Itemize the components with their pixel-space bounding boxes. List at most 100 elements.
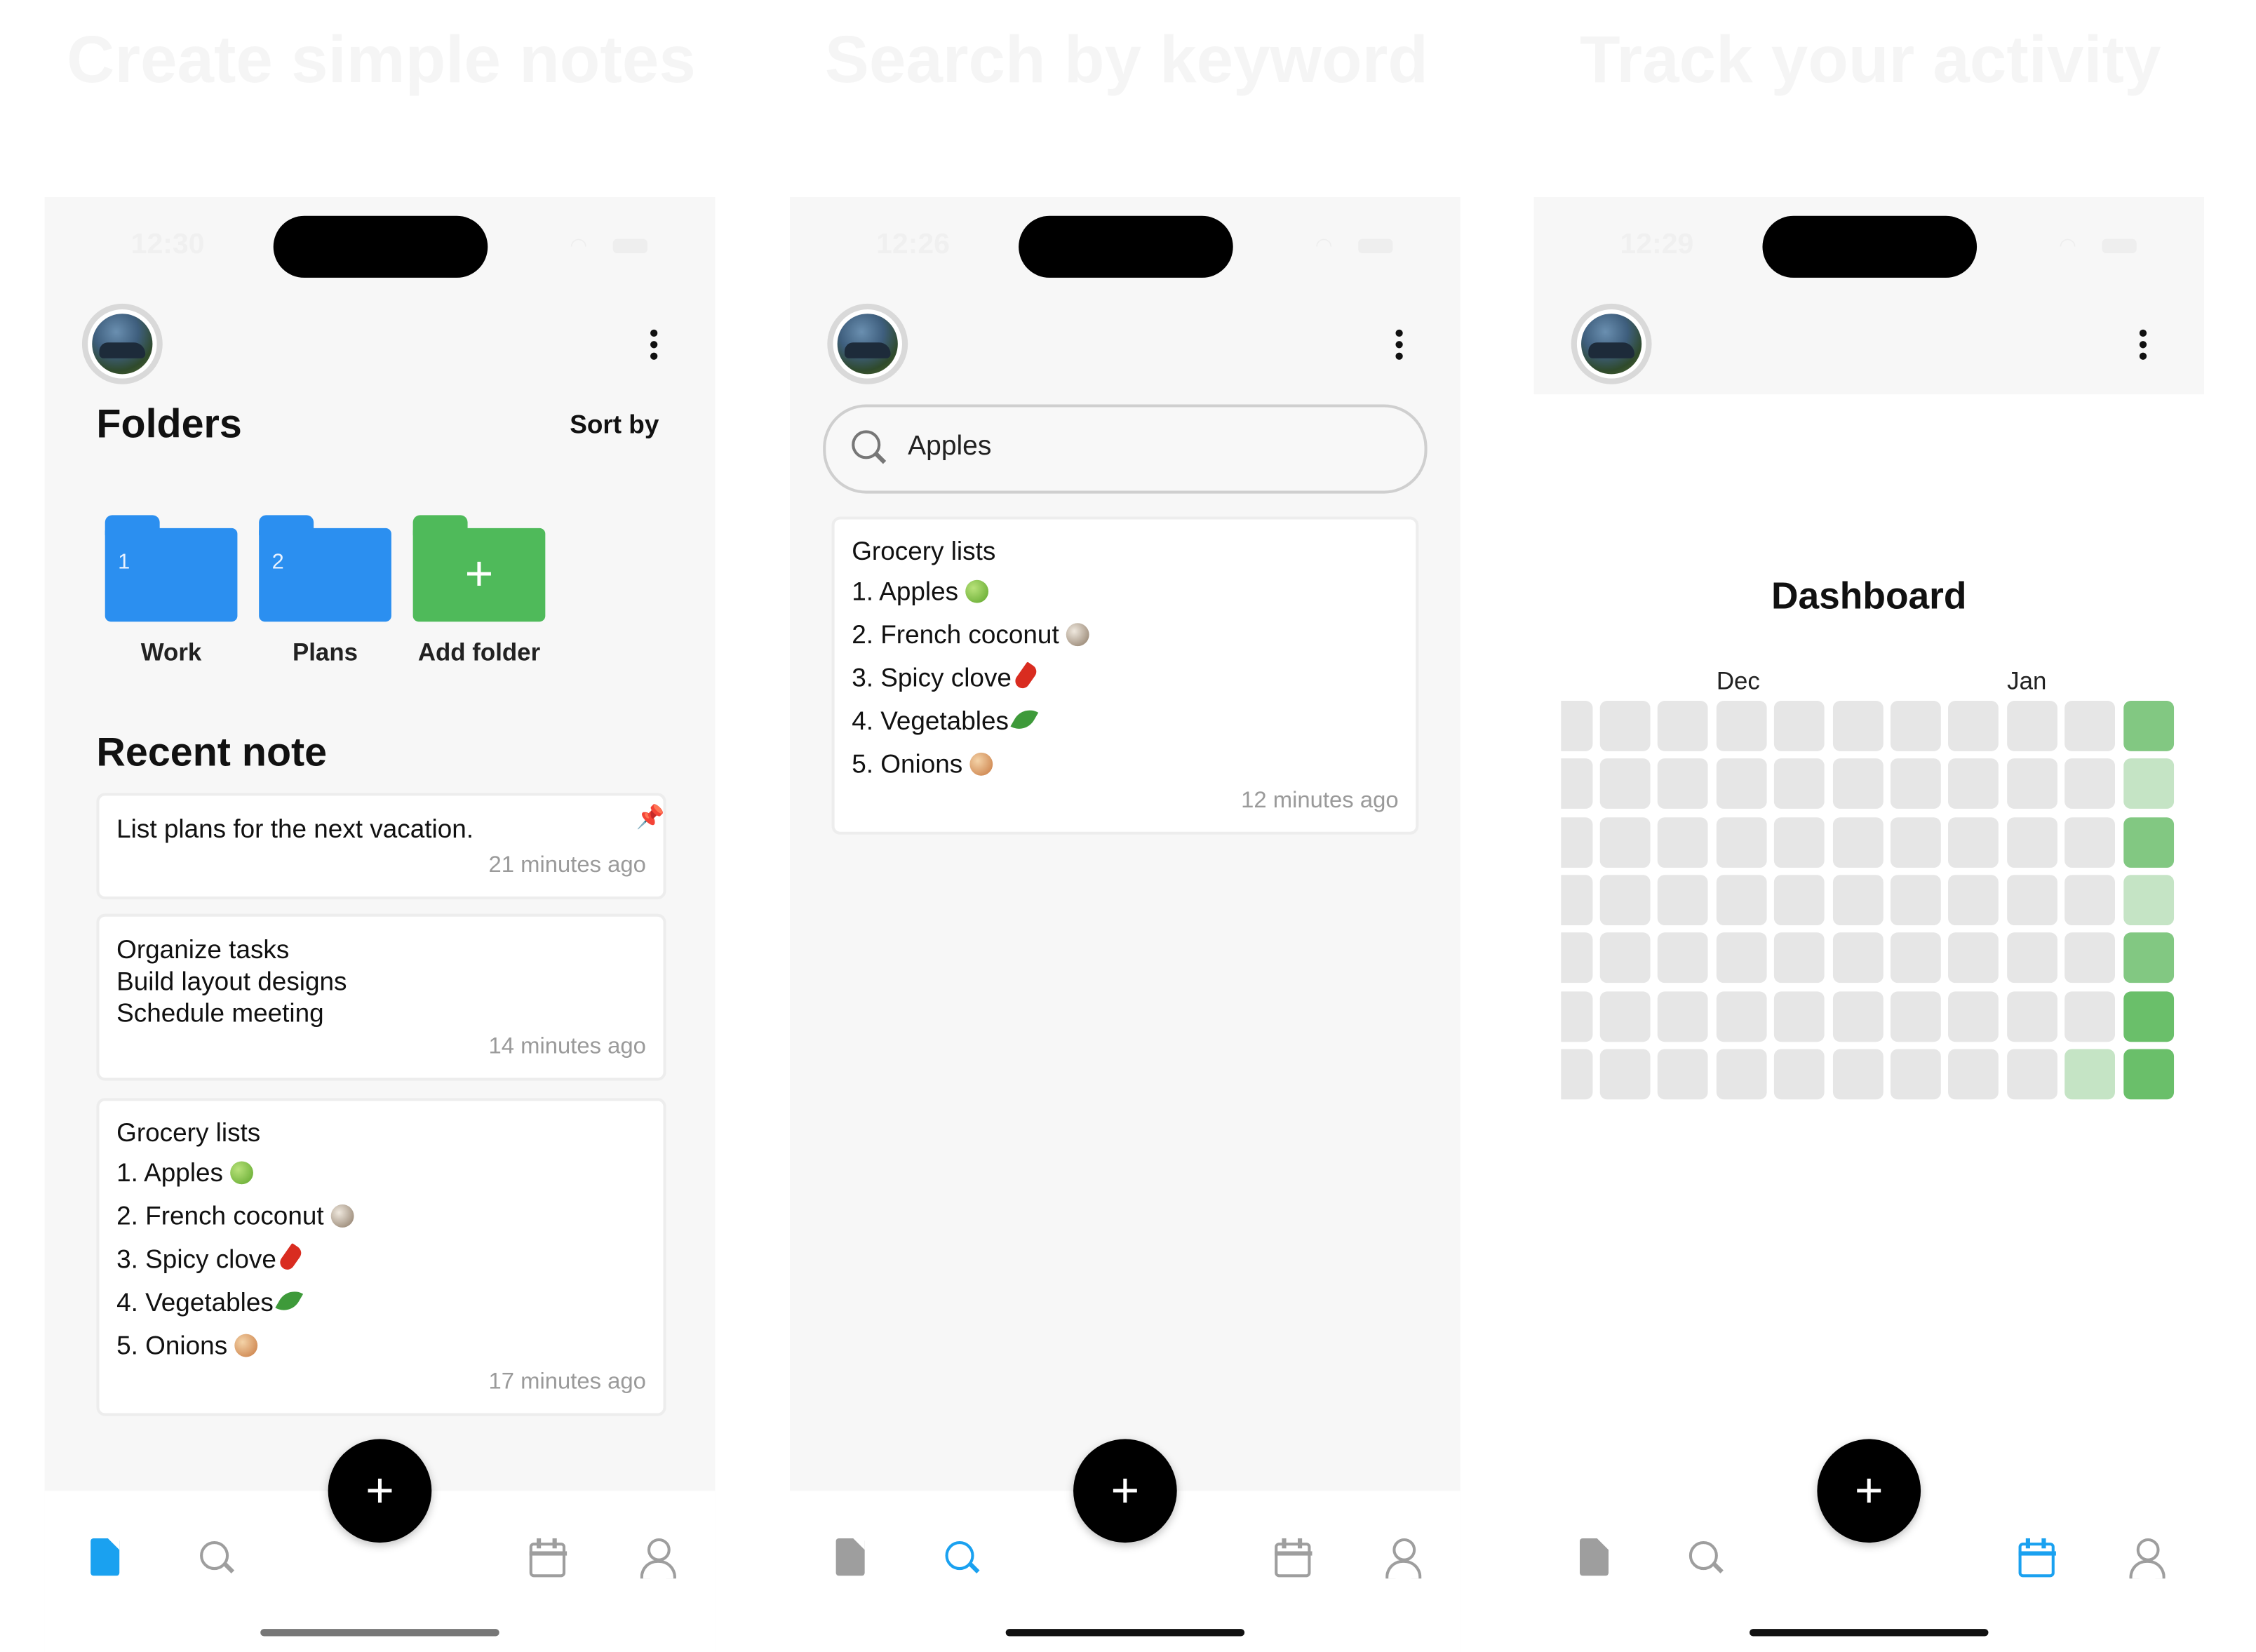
dynamic-island	[1019, 215, 1233, 278]
add-note-button[interactable]: +	[328, 1439, 432, 1543]
leafy-green-icon	[275, 1285, 304, 1317]
heatmap-cell	[1948, 932, 1999, 983]
heatmap-cell	[1891, 932, 1941, 983]
heatmap-cell	[2064, 1049, 2116, 1099]
more-options-icon[interactable]	[639, 329, 668, 364]
heatmap-cell	[1658, 990, 1709, 1042]
status-icons: ◠	[570, 234, 671, 257]
note-line: 2. French coconut	[852, 620, 1059, 650]
heatmap-cell	[1832, 990, 1883, 1042]
heatmap-cell	[1774, 817, 1825, 868]
heatmap-cell	[1832, 875, 1883, 925]
plus-icon: +	[464, 546, 494, 602]
heatmap-cell	[2006, 1049, 2057, 1099]
document-icon[interactable]	[830, 1538, 870, 1578]
heatmap-cell	[1658, 701, 1709, 751]
heatmap-cell	[2123, 1049, 2174, 1099]
note-time-ago: 21 minutes ago	[488, 853, 646, 878]
search-icon[interactable]	[942, 1538, 982, 1578]
heatmap-cell	[1774, 1049, 1825, 1099]
heatmap-cell	[1561, 758, 1593, 810]
folder-number: 1	[118, 549, 130, 575]
home-indicator	[1005, 1629, 1245, 1637]
add-note-button[interactable]: +	[1817, 1439, 1921, 1543]
calendar-icon[interactable]	[1272, 1538, 1312, 1578]
avatar[interactable]	[827, 303, 908, 384]
heatmap-cell	[1599, 758, 1651, 810]
calendar-icon[interactable]	[527, 1538, 568, 1578]
note-time-ago: 12 minutes ago	[1241, 788, 1399, 814]
heatmap-cell	[2006, 701, 2057, 751]
user-icon[interactable]	[2126, 1538, 2166, 1579]
heatmap-cell	[1599, 932, 1651, 983]
add-note-button[interactable]: +	[1073, 1439, 1177, 1543]
heatmap-cell	[1561, 701, 1593, 751]
heatmap-cell	[1774, 701, 1825, 751]
sort-by-button[interactable]: Sort by	[570, 410, 659, 441]
document-icon[interactable]	[85, 1538, 125, 1578]
heatmap-cell	[2006, 932, 2057, 983]
avatar[interactable]	[81, 303, 163, 384]
note-line: Schedule meeting	[116, 998, 324, 1028]
folder-work[interactable]: 1	[105, 515, 238, 622]
heatmap-cell	[1891, 758, 1941, 810]
search-result-card[interactable]: Grocery lists 1. Apples 2. French coconu…	[831, 516, 1419, 835]
heatmap-cell	[1716, 817, 1767, 868]
activity-heatmap	[1533, 197, 2204, 1652]
heatmap-cell	[2006, 990, 2057, 1042]
heatmap-cell	[2123, 875, 2174, 925]
search-input[interactable]: Apples	[823, 404, 1428, 494]
heatmap-cell	[2006, 758, 2057, 810]
note-card[interactable]: List plans for the next vacation. 📌 21 m…	[96, 793, 666, 900]
heatmap-cell	[1561, 875, 1593, 925]
heatmap-cell	[2064, 701, 2116, 751]
heatmap-cell	[1716, 875, 1767, 925]
note-line: Build layout designs	[116, 967, 347, 996]
heatmap-cell	[1561, 1049, 1593, 1099]
folder-label-plans: Plans	[292, 638, 358, 666]
note-line: 2. French coconut	[116, 1201, 324, 1230]
heatmap-cell	[1658, 817, 1709, 868]
headline-track: Track your activity	[1579, 21, 2161, 97]
recent-note-title: Recent note	[96, 730, 328, 774]
status-time: 12:30	[130, 229, 205, 261]
heatmap-cell	[1948, 1049, 1999, 1099]
user-icon[interactable]	[1383, 1538, 1423, 1579]
heatmap-cell	[2123, 701, 2174, 751]
more-options-icon[interactable]	[1384, 329, 1413, 364]
note-line: 4. Vegetables	[852, 706, 1009, 736]
heatmap-cell	[1948, 701, 1999, 751]
coconut-icon	[330, 1204, 354, 1228]
note-card[interactable]: Grocery lists 1. Apples 2. French coconu…	[96, 1098, 666, 1416]
heatmap-cell	[2123, 990, 2174, 1042]
document-icon[interactable]	[1574, 1538, 1614, 1578]
heatmap-cell	[1832, 758, 1883, 810]
add-folder-button[interactable]: +	[412, 515, 546, 622]
note-time-ago: 17 minutes ago	[488, 1369, 646, 1395]
phone-search-screen: 12:26 ◠ Apples Grocery lists 1. Apples 2…	[789, 197, 1461, 1652]
apple-icon	[230, 1161, 254, 1185]
heatmap-cell	[1948, 817, 1999, 868]
note-card[interactable]: Organize tasks Build layout designs Sche…	[96, 913, 666, 1081]
pin-icon[interactable]: 📌	[636, 803, 665, 832]
heatmap-cell	[1716, 990, 1767, 1042]
heatmap-cell	[2006, 817, 2057, 868]
dynamic-island	[273, 215, 488, 278]
note-line: 5. Onions	[852, 749, 963, 779]
headline-create: Create simple notes	[67, 21, 696, 97]
heatmap-cell	[1599, 817, 1651, 868]
heatmap-cell	[1774, 932, 1825, 983]
heatmap-cell	[1599, 701, 1651, 751]
folder-plans[interactable]: 2	[259, 515, 391, 622]
calendar-icon[interactable]	[2015, 1538, 2056, 1578]
note-line: Grocery lists	[116, 1117, 261, 1147]
note-time-ago: 14 minutes ago	[488, 1034, 646, 1059]
user-icon[interactable]	[638, 1538, 678, 1579]
battery-icon	[612, 239, 647, 254]
heatmap-cell	[1891, 990, 1941, 1042]
stage: Create simple notes Search by keyword Tr…	[0, 0, 2256, 1652]
note-line: 4. Vegetables	[116, 1288, 274, 1317]
search-icon[interactable]	[197, 1538, 237, 1578]
search-icon[interactable]	[1686, 1538, 1726, 1578]
heatmap-cell	[1716, 758, 1767, 810]
